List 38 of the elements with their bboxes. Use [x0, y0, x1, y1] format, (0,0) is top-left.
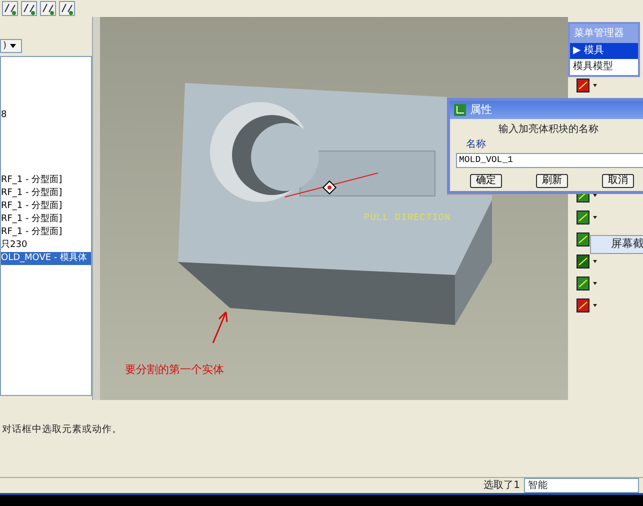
dialog-prompt: 输入加亮体积块的名称 [498, 122, 600, 137]
tree-item[interactable]: OLD_MOVE - 模具体 [1, 252, 91, 265]
selection-filter-field[interactable]: 智能 [524, 478, 639, 493]
mold-tool-icon[interactable] [576, 253, 600, 270]
dialog-title: 属性 [470, 102, 492, 118]
mold-tool-icon[interactable] [576, 297, 600, 314]
tree-item[interactable]: RF_1 - 分型面] [1, 213, 91, 226]
menu-item[interactable]: 模具模型 [570, 59, 638, 75]
annotation-text: 要分割的第一个实体 [125, 362, 224, 378]
arrow-icon [212, 311, 228, 344]
toolbar-tool-icon[interactable] [2, 1, 18, 16]
tree-item[interactable]: 8 [1, 109, 91, 122]
pull-direction-marker-icon[interactable] [322, 180, 337, 195]
dialog-button[interactable]: 取消 [602, 174, 634, 188]
tree-item[interactable]: RF_1 - 分型面] [1, 200, 91, 213]
message-text: 对话框中选取元素或动作。 [2, 424, 122, 435]
tree-item[interactable]: 只230 [1, 239, 91, 252]
dialog-button[interactable]: 刷新 [536, 174, 568, 188]
name-input-field[interactable]: MOLD_VOL_1 [456, 152, 643, 168]
name-label: 名称 [465, 138, 487, 152]
tree-item[interactable]: RF_1 - 分型面] [1, 226, 91, 239]
tree-filter-dropdown[interactable]: ) [0, 39, 22, 53]
mold-tool-icon[interactable] [576, 209, 600, 226]
tree-item[interactable]: RF_1 - 分型面] [1, 174, 91, 187]
dropdown-value: ) [3, 41, 7, 51]
toolbar-tool-icon[interactable] [21, 1, 37, 16]
direction-label: PULL DIRECTION [364, 211, 451, 225]
menu-title: 菜单管理器 [570, 24, 638, 43]
caret-icon [10, 44, 16, 48]
menu-item[interactable]: ▶ 模具 [570, 43, 638, 59]
toolbar-tool-icon[interactable] [40, 1, 56, 16]
mold-tool-icon[interactable] [576, 275, 600, 292]
tree-item[interactable]: RF_1 - 分型面] [1, 187, 91, 200]
dialog-button[interactable]: 确定 [470, 174, 502, 188]
selection-count: 选取了1 [484, 478, 520, 493]
dialog-app-icon [454, 104, 466, 116]
mold-tool-icon[interactable] [576, 77, 600, 94]
toolbar-tool-icon[interactable] [59, 1, 75, 16]
